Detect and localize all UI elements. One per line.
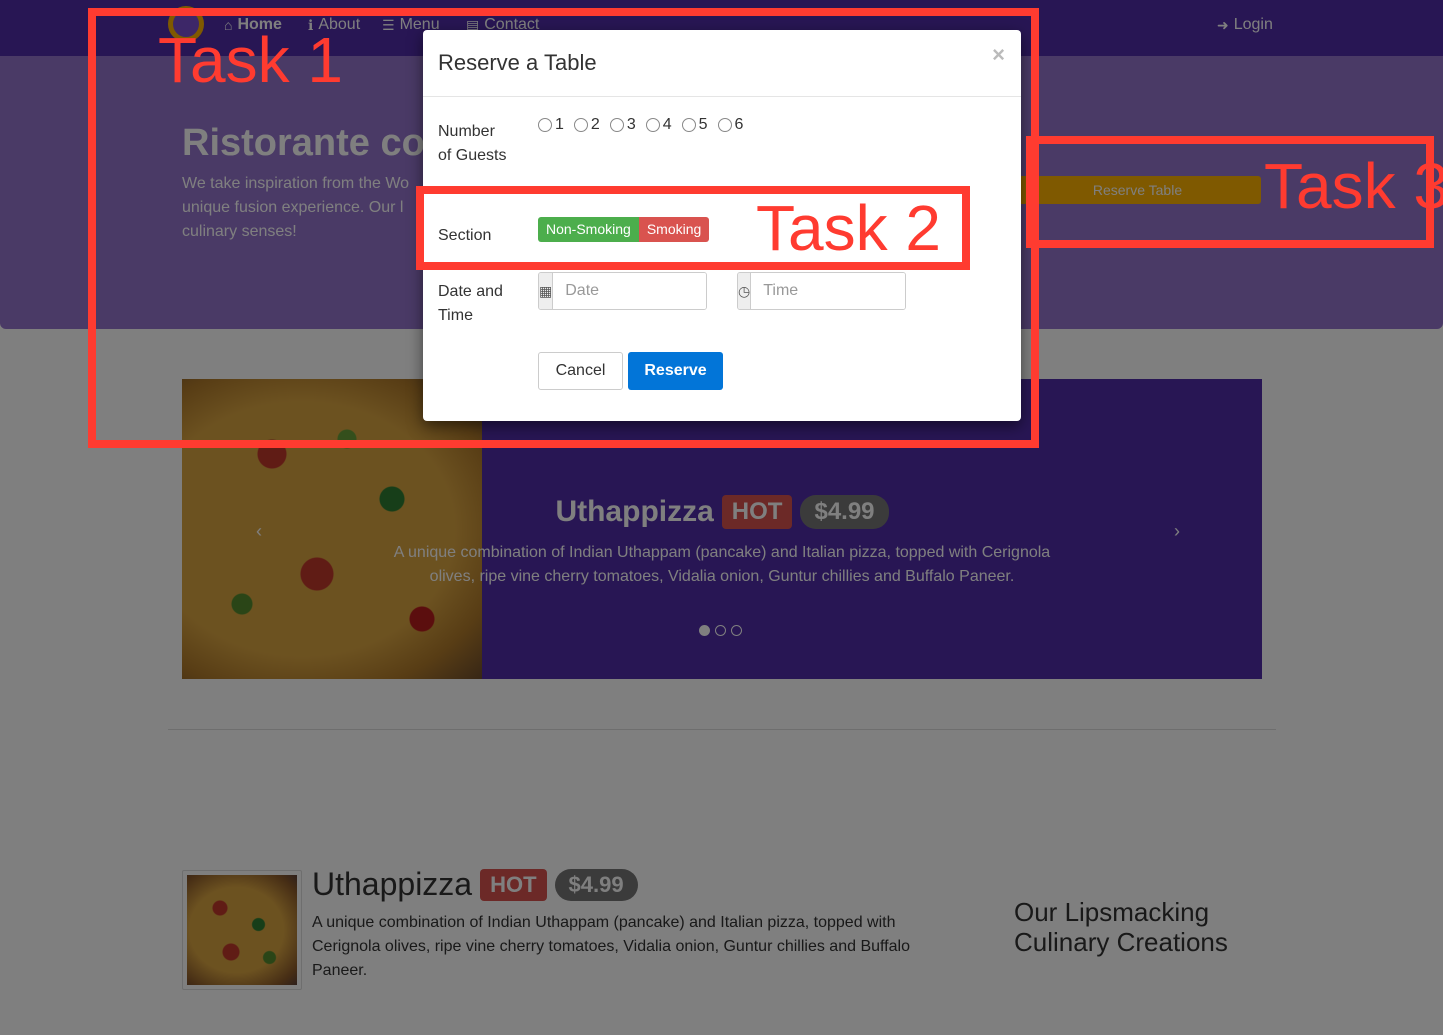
- task-1-label: Task 1: [158, 24, 343, 96]
- task-3-label: Task 3: [1264, 150, 1443, 222]
- task-2-label: Task 2: [756, 192, 941, 264]
- page: ⌂ Home ℹ About ☰ Menu ▤ Contact ➜ Login …: [0, 0, 1443, 1035]
